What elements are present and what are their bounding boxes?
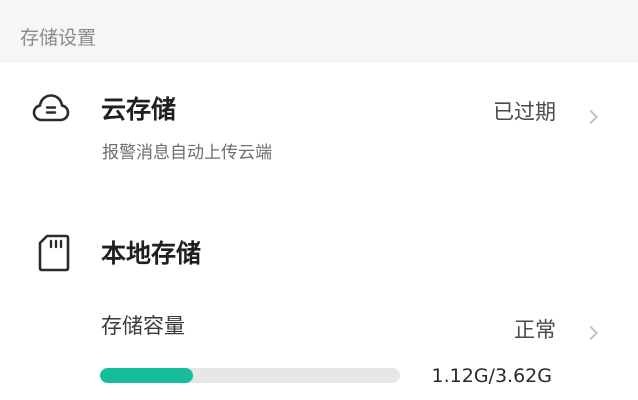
- storage-capacity-status: 正常: [514, 318, 556, 342]
- storage-usage-bar: [100, 368, 400, 383]
- sd-card-icon: [38, 234, 70, 272]
- storage-settings-page: 存储设置 云存储 报警消息自动上传云端 已过期 本地存储 存储容量 正常 1.1…: [0, 0, 638, 400]
- chevron-right-icon: [583, 325, 599, 341]
- section-header: 存储设置: [0, 0, 638, 62]
- storage-capacity-label: 存储容量: [101, 314, 185, 338]
- cloud-storage-status: 已过期: [493, 100, 556, 124]
- storage-usage-text: 1.12G/3.62G: [431, 365, 552, 387]
- storage-usage-fill: [100, 368, 193, 383]
- local-storage-section: 本地存储 存储容量 正常 1.12G/3.62G: [0, 222, 638, 400]
- cloud-storage-row[interactable]: 云存储 报警消息自动上传云端 已过期: [0, 62, 638, 202]
- cloud-icon: [32, 90, 70, 128]
- section-title: 存储设置: [20, 27, 97, 49]
- chevron-right-icon: [583, 109, 599, 125]
- cloud-storage-subtitle: 报警消息自动上传云端: [102, 143, 272, 163]
- local-storage-title: 本地存储: [101, 239, 202, 268]
- cloud-storage-title: 云存储: [101, 95, 177, 124]
